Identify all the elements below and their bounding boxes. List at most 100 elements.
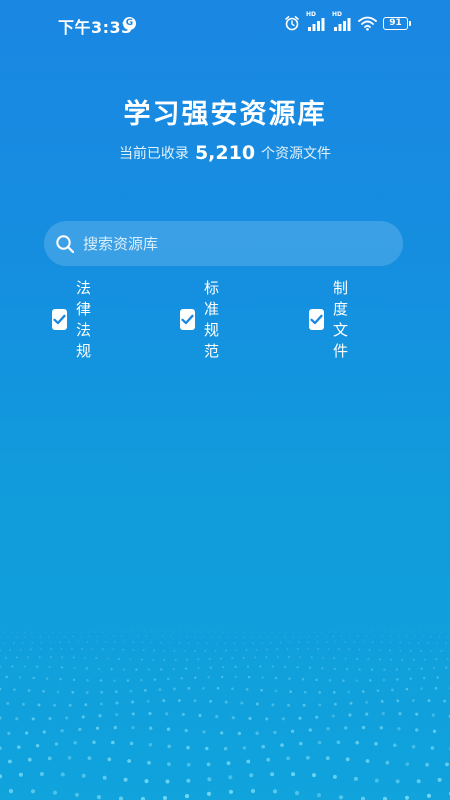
decorative-dot: [144, 779, 149, 784]
decorative-dot: [7, 731, 11, 736]
filter-standards[interactable]: 标准规范: [180, 279, 225, 360]
search-input[interactable]: [81, 233, 385, 254]
decorative-dot: [365, 635, 367, 637]
decorative-dot: [306, 755, 310, 760]
checkbox-standards[interactable]: [180, 308, 195, 330]
decorative-dot: [367, 658, 370, 661]
decorative-dot: [317, 647, 320, 650]
decorative-dot: [287, 703, 291, 707]
decorative-dot: [47, 629, 49, 631]
decorative-dot: [275, 636, 278, 638]
decorative-dot: [431, 713, 435, 717]
decorative-dot: [275, 629, 277, 631]
checkbox-policy-documents[interactable]: [309, 308, 324, 330]
decorative-dot: [15, 656, 19, 659]
decorative-dot: [186, 778, 191, 783]
search-bar[interactable]: [44, 221, 403, 266]
decorative-dot: [299, 741, 303, 746]
decorative-dot: [186, 745, 190, 750]
decorative-dot: [115, 701, 119, 705]
decorative-dot: [72, 656, 75, 659]
decorative-dot: [425, 762, 429, 767]
decorative-dot: [73, 741, 77, 745]
decorative-dot: [405, 762, 410, 766]
decorative-dot: [197, 666, 200, 670]
decorative-dot: [78, 727, 82, 732]
decorative-dot: [61, 656, 64, 659]
decorative-dot: [11, 629, 13, 631]
decorative-dot: [409, 649, 412, 652]
decorative-dot: [31, 631, 33, 634]
decorative-dot: [83, 656, 87, 659]
decorative-dot: [113, 725, 117, 730]
decorative-dot: [95, 726, 100, 730]
decorative-dot: [380, 699, 384, 703]
decorative-dot: [161, 635, 164, 638]
decorative-dot: [85, 667, 88, 670]
decorative-dot: [361, 690, 365, 693]
decorative-dot: [67, 755, 72, 760]
decorative-dot: [60, 729, 64, 733]
decorative-dot: [320, 631, 323, 633]
decorative-dot: [89, 629, 91, 631]
decorative-dot: [77, 629, 79, 631]
decorative-dot: [92, 740, 96, 745]
decorative-dot: [376, 689, 380, 693]
decorative-dot: [311, 629, 313, 631]
decorative-dot: [336, 740, 341, 745]
decorative-dot: [132, 641, 135, 643]
decorative-dot: [206, 642, 208, 645]
decorative-dot: [209, 629, 211, 631]
decorative-dot: [60, 772, 65, 777]
decorative-dot: [300, 635, 302, 638]
decorative-dot: [288, 677, 291, 680]
decorative-dot: [125, 629, 127, 631]
decorative-dot: [378, 649, 381, 652]
decorative-dot: [223, 746, 228, 751]
decorative-dot: [305, 629, 307, 631]
decorative-dot: [315, 715, 319, 719]
decorative-dot: [446, 657, 449, 661]
decorative-dot: [414, 635, 416, 638]
decorative-dot: [178, 635, 180, 638]
decorative-dot: [148, 712, 152, 716]
decorative-dot: [276, 656, 279, 659]
decorative-dot: [0, 746, 2, 750]
decorative-dot: [391, 631, 393, 633]
decorative-dot: [149, 726, 153, 730]
decorative-dot: [420, 687, 423, 690]
decorative-dot: [265, 656, 268, 659]
decorative-dot: [315, 678, 318, 682]
decorative-dot: [335, 629, 337, 631]
decorative-dot: [355, 657, 359, 660]
decorative-dot: [114, 690, 118, 694]
decorative-dot: [17, 629, 19, 631]
decorative-dot: [42, 689, 45, 693]
decorative-dot: [373, 635, 375, 637]
decorative-dot: [167, 762, 171, 766]
decorative-dot: [374, 742, 378, 746]
decorative-dot: [255, 648, 258, 651]
decorative-dot: [360, 796, 366, 800]
decorative-dot: [48, 636, 50, 638]
filter-laws-regulations[interactable]: 法律法规: [52, 279, 97, 360]
decorative-dot: [438, 636, 440, 638]
decorative-dot: [371, 641, 374, 643]
decorative-dot: [3, 642, 6, 645]
checkbox-laws-regulations[interactable]: [52, 308, 67, 330]
decorative-dot: [221, 629, 223, 631]
decorative-dot: [126, 679, 130, 682]
decorative-dot: [85, 691, 89, 694]
decorative-dot: [427, 699, 431, 703]
decorative-dot: [293, 629, 295, 631]
filter-policy-documents[interactable]: 制度文件: [309, 279, 354, 360]
decorative-dot: [8, 759, 12, 764]
subtitle-suffix: 个资源文件: [261, 146, 332, 162]
page-title: 学习强安资源库: [123, 99, 327, 130]
decorative-dot: [77, 641, 80, 643]
decorative-dot: [306, 631, 309, 633]
decorative-dot: [73, 666, 76, 670]
decorative-dot: [209, 699, 213, 703]
decorative-dot: [292, 635, 294, 638]
decorative-dot: [284, 665, 287, 669]
